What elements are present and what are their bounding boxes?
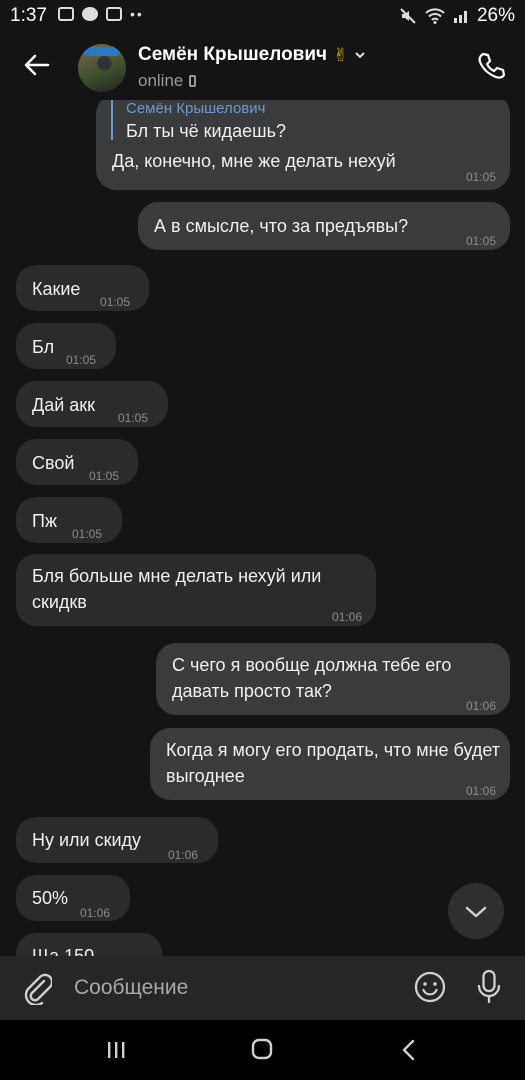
message-bubble-outgoing[interactable]: Когда я могу его продать, что мне будет … bbox=[150, 728, 510, 800]
contact-name: Семён Крышелович bbox=[138, 44, 328, 65]
message-bubble-incoming[interactable]: Свой 01:05 bbox=[16, 439, 138, 485]
message-time: 01:05 bbox=[100, 295, 131, 309]
presence-status: online bbox=[138, 71, 184, 90]
chevron-down-icon bbox=[465, 906, 487, 918]
reply-author: Семён Крышелович bbox=[126, 100, 266, 117]
message-bubble-incoming[interactable]: Ну или скиду 01:06 bbox=[16, 817, 218, 863]
message-bubble-incoming[interactable]: Дай акк 01:05 bbox=[16, 381, 168, 427]
paperclip-icon[interactable] bbox=[22, 971, 52, 1005]
chat-header: Семён Крышелович ✌ online bbox=[0, 32, 525, 100]
system-navigation-bar bbox=[0, 1020, 525, 1080]
reply-quote-bar bbox=[111, 100, 113, 140]
message-text: Какие bbox=[32, 279, 81, 299]
message-bubble-incoming[interactable]: 50% 01:06 bbox=[16, 875, 130, 921]
victory-emoji: ✌ bbox=[333, 44, 349, 65]
message-bubble-incoming[interactable]: Пж 01:05 bbox=[16, 497, 122, 543]
message-text: Ща 150 bbox=[32, 946, 95, 956]
message-bubble-incoming[interactable]: Ща 150 bbox=[16, 933, 162, 956]
contact-name-row[interactable]: Семён Крышелович ✌ bbox=[138, 44, 366, 66]
message-text: А в смысле, что за предъявы? bbox=[154, 216, 409, 236]
emoji-icon[interactable] bbox=[414, 971, 446, 1003]
wifi-icon bbox=[425, 8, 445, 24]
chevron-down-icon bbox=[355, 52, 365, 59]
message-time: 01:05 bbox=[465, 170, 496, 184]
message-time: 01:05 bbox=[66, 353, 97, 367]
scroll-to-bottom-button[interactable] bbox=[448, 883, 504, 939]
mute-icon bbox=[400, 8, 416, 24]
message-input[interactable]: Сообщение bbox=[74, 976, 188, 1000]
system-back-icon[interactable] bbox=[398, 1038, 420, 1062]
more-notifications-icon: •• bbox=[130, 6, 144, 22]
recent-apps-icon[interactable] bbox=[105, 1040, 127, 1060]
chat-notification-icon bbox=[82, 7, 98, 21]
status-bar: 1:37 •• 26% bbox=[0, 0, 525, 32]
message-bubble-outgoing[interactable]: С чего я вообще должна тебе его давать п… bbox=[156, 643, 510, 715]
message-time: 01:05 bbox=[89, 469, 120, 483]
mail-icon bbox=[106, 7, 122, 21]
message-text: 50% bbox=[32, 888, 69, 908]
message-text: Ну или скиду bbox=[32, 830, 142, 850]
status-time: 1:37 bbox=[10, 5, 47, 26]
message-time: 01:06 bbox=[465, 699, 496, 713]
message-text: Свой bbox=[32, 453, 75, 473]
message-text: Бл bbox=[32, 337, 55, 357]
message-text: Пж bbox=[32, 511, 57, 531]
message-text: С чего я вообще должна тебе его давать п… bbox=[172, 655, 452, 701]
message-time: 01:06 bbox=[168, 848, 199, 862]
presence-row: online bbox=[138, 71, 197, 91]
message-time: 01:05 bbox=[465, 234, 496, 248]
reply-text: Бл ты чё кидаешь? bbox=[126, 121, 286, 141]
mobile-device-icon bbox=[189, 75, 197, 87]
avatar-banner bbox=[84, 47, 120, 56]
message-text: Когда я могу его продать, что мне будет … bbox=[166, 740, 501, 786]
signal-icon bbox=[453, 11, 467, 23]
message-bubble-outgoing[interactable]: А в смысле, что за предъявы? 01:05 bbox=[138, 202, 510, 250]
message-bubble-incoming[interactable]: Бл 01:05 bbox=[16, 323, 116, 369]
message-list[interactable]: Семён Крышелович Бл ты чё кидаешь? Да, к… bbox=[0, 100, 525, 956]
message-time: 01:06 bbox=[331, 610, 362, 624]
gallery-icon bbox=[58, 7, 74, 21]
message-composer: Сообщение bbox=[0, 956, 525, 1020]
microphone-icon[interactable] bbox=[476, 969, 502, 1005]
message-text: Бля больше мне делать нехуй или скидкв bbox=[32, 566, 322, 612]
message-time: 01:05 bbox=[72, 527, 103, 541]
avatar[interactable] bbox=[78, 44, 126, 92]
message-text: Да, конечно, мне же делать нехуй bbox=[112, 151, 396, 171]
message-text: Дай акк bbox=[32, 395, 96, 415]
battery-level: 26% bbox=[476, 5, 515, 26]
phone-call-icon[interactable] bbox=[475, 50, 507, 82]
back-arrow-icon[interactable] bbox=[22, 50, 52, 80]
message-time: 01:06 bbox=[465, 784, 496, 798]
message-time: 01:05 bbox=[118, 411, 149, 425]
message-time: 01:06 bbox=[80, 906, 111, 920]
home-icon[interactable] bbox=[251, 1038, 273, 1060]
message-bubble-outgoing[interactable]: Семён Крышелович Бл ты чё кидаешь? Да, к… bbox=[96, 100, 510, 190]
message-bubble-incoming[interactable]: Какие 01:05 bbox=[16, 265, 149, 311]
message-bubble-incoming[interactable]: Бля больше мне делать нехуй или скидкв 0… bbox=[16, 554, 376, 626]
